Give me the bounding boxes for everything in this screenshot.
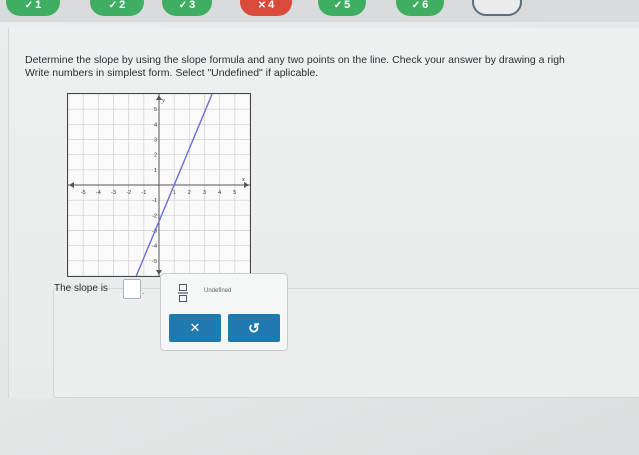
y-tick-label: 4: [154, 122, 157, 128]
x-tick-label: -2: [126, 190, 131, 196]
check-icon: ✓: [411, 0, 421, 11]
page: ✓ 1 ✓ 2 ✓ 3 ✕ 4 ✓ 5 ✓ 6 Determine the sl…: [0, 0, 639, 455]
reset-button[interactable]: ↺: [228, 314, 280, 342]
x-axis-label: x: [241, 176, 245, 183]
progress-item-4[interactable]: ✕ 4: [240, 0, 292, 16]
x-tick-label: -3: [111, 190, 116, 196]
check-icon: ✓: [333, 0, 343, 11]
progress-item-label: 2: [119, 0, 126, 11]
instruction-line-1: Determine the slope by using the slope f…: [25, 54, 565, 66]
progress-item-3[interactable]: ✓ 3: [162, 0, 212, 16]
progress-item-label: 1: [35, 0, 42, 11]
fraction-icon[interactable]: [178, 283, 188, 303]
undo-icon: ↺: [248, 319, 260, 336]
progress-item-label: 4: [268, 0, 275, 11]
progress-item-1[interactable]: ✓ 1: [6, 0, 60, 16]
y-tick-label: 5: [154, 107, 157, 113]
question-panel: Determine the slope by using the slope f…: [8, 28, 639, 398]
progress-bar: ✓ 1 ✓ 2 ✓ 3 ✕ 4 ✓ 5 ✓ 6: [0, 0, 639, 22]
y-tick-label: 1: [154, 168, 157, 174]
coordinate-graph: -5-4-3-2-11234554321-1-2-3-4-5xy: [67, 93, 251, 277]
x-tick-label: 1: [173, 190, 176, 196]
progress-item-2[interactable]: ✓ 2: [90, 0, 144, 16]
check-icon: ✓: [24, 0, 34, 11]
progress-item-current[interactable]: [472, 0, 522, 16]
y-tick-label: 3: [154, 138, 157, 144]
y-tick-label: -1: [152, 198, 157, 204]
x-tick-label: -1: [141, 190, 146, 196]
x-tick-label: 3: [203, 190, 206, 196]
progress-item-label: 6: [422, 0, 429, 11]
x-icon: ✕: [257, 0, 267, 11]
slope-answer-input[interactable]: [123, 279, 141, 299]
clear-button[interactable]: ✕: [169, 314, 221, 342]
check-icon: ✓: [108, 0, 118, 11]
instruction-line-2: Write numbers in simplest form. Select "…: [25, 67, 319, 79]
y-tick-label: 2: [154, 153, 157, 159]
x-tick-label: -4: [96, 190, 101, 196]
graph-svg: -5-4-3-2-11234554321-1-2-3-4-5xy: [68, 94, 250, 276]
y-axis-label: y: [161, 97, 165, 104]
x-tick-label: -5: [81, 190, 86, 196]
slope-prompt: The slope is: [54, 283, 108, 294]
check-icon: ✓: [178, 0, 188, 11]
progress-item-5[interactable]: ✓ 5: [318, 0, 366, 16]
progress-item-6[interactable]: ✓ 6: [396, 0, 444, 16]
x-tick-label: 4: [218, 190, 221, 196]
x-axis-arrow-left: [69, 182, 74, 188]
y-tick-label: -4: [152, 244, 157, 250]
progress-item-label: 3: [189, 0, 196, 11]
progress-item-label: 5: [344, 0, 351, 11]
x-tick-label: 2: [188, 190, 191, 196]
y-tick-label: -5: [152, 259, 157, 265]
answer-area: [53, 288, 639, 398]
question-instructions: Determine the slope by using the slope f…: [25, 54, 639, 80]
close-icon: ✕: [189, 320, 201, 335]
x-tick-label: 5: [233, 190, 236, 196]
y-tick-label: -2: [152, 213, 157, 219]
answer-period: .: [142, 286, 145, 296]
undefined-button[interactable]: Undefined: [204, 288, 231, 294]
